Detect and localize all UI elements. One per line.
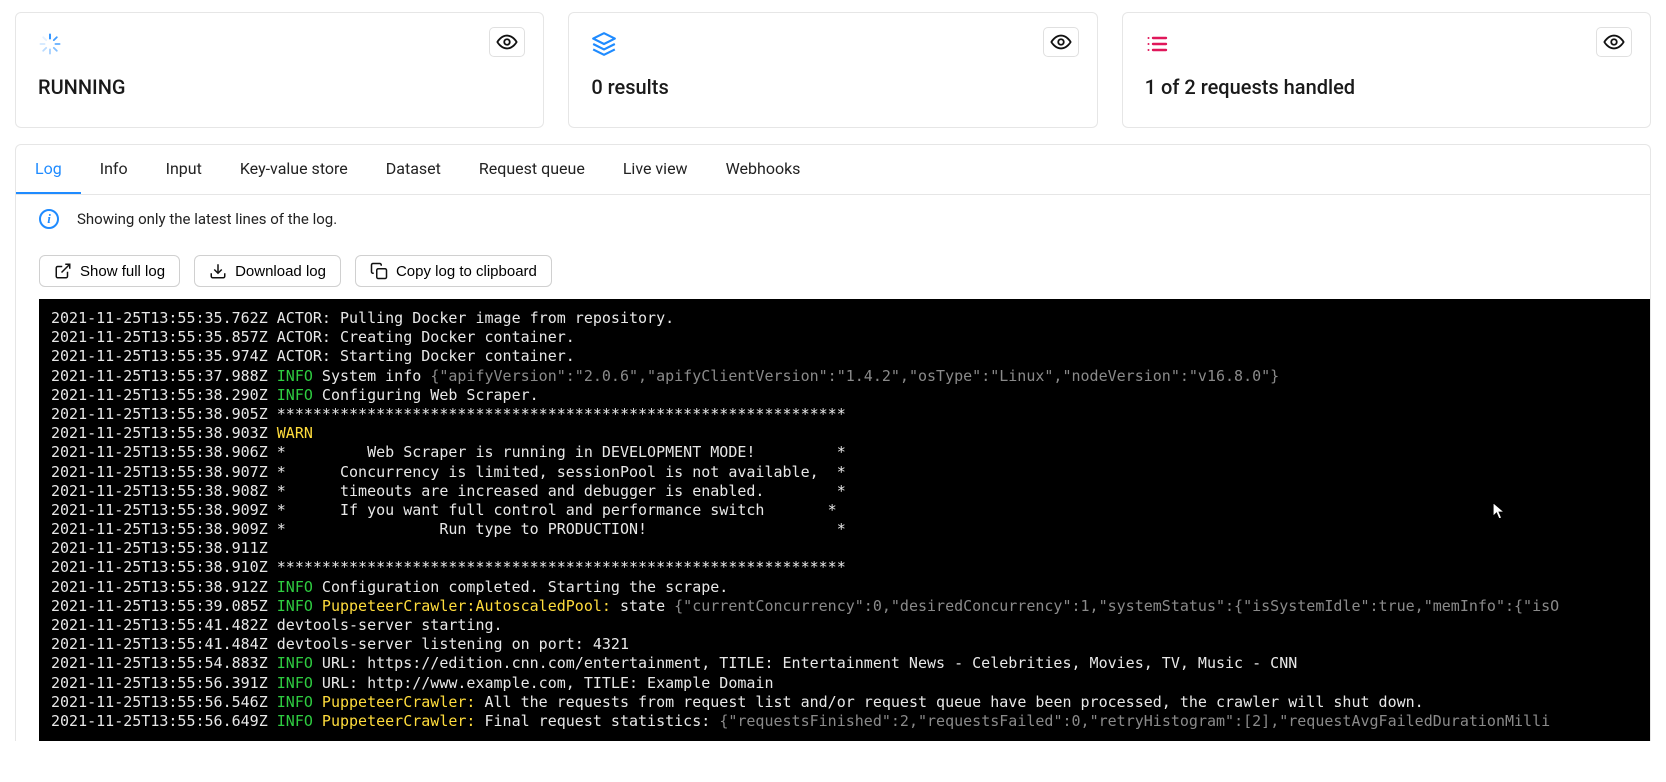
tab-info[interactable]: Info xyxy=(81,145,147,194)
tabs-panel: LogInfoInputKey-value storeDatasetReques… xyxy=(15,144,1651,741)
log-line: 2021-11-25T13:55:38.908Z * timeouts are … xyxy=(51,482,1638,501)
info-icon: i xyxy=(39,209,59,229)
tab-kvs[interactable]: Key-value store xyxy=(221,145,367,194)
log-line: 2021-11-25T13:55:38.907Z * Concurrency i… xyxy=(51,463,1638,482)
log-line: 2021-11-25T13:55:35.857Z ACTOR: Creating… xyxy=(51,328,1638,347)
tab-rq[interactable]: Request queue xyxy=(460,145,604,194)
tab-lv[interactable]: Live view xyxy=(604,145,707,194)
log-line: 2021-11-25T13:55:38.911Z xyxy=(51,539,1638,558)
log-line: 2021-11-25T13:55:38.906Z * Web Scraper i… xyxy=(51,443,1638,462)
log-line: 2021-11-25T13:55:56.391Z INFO URL: http:… xyxy=(51,674,1638,693)
log-actions-row: Show full log Download log Copy log to c… xyxy=(16,239,1650,299)
info-banner-text: Showing only the latest lines of the log… xyxy=(77,210,337,228)
log-line: 2021-11-25T13:55:41.484Z devtools-server… xyxy=(51,635,1638,654)
log-line: 2021-11-25T13:55:38.905Z ***************… xyxy=(51,405,1638,424)
running-spinner-icon xyxy=(38,31,64,57)
log-line: 2021-11-25T13:55:56.649Z INFO PuppeteerC… xyxy=(51,712,1638,731)
log-line: 2021-11-25T13:55:37.988Z INFO System inf… xyxy=(51,367,1638,386)
tab-log[interactable]: Log xyxy=(16,145,81,194)
log-line: 2021-11-25T13:55:38.903Z WARN xyxy=(51,424,1638,443)
log-line: 2021-11-25T13:55:38.912Z INFO Configurat… xyxy=(51,578,1638,597)
log-line: 2021-11-25T13:55:56.546Z INFO PuppeteerC… xyxy=(51,693,1638,712)
requests-card: 1 of 2 requests handled xyxy=(1122,12,1651,128)
log-line: 2021-11-25T13:55:54.883Z INFO URL: https… xyxy=(51,654,1638,673)
log-line: 2021-11-25T13:55:38.910Z ***************… xyxy=(51,558,1638,577)
view-requests-button[interactable] xyxy=(1596,27,1632,57)
list-icon xyxy=(1145,31,1171,57)
mouse-cursor xyxy=(1492,502,1506,522)
view-status-button[interactable] xyxy=(489,27,525,57)
download-icon xyxy=(209,262,227,280)
results-card: 0 results xyxy=(568,12,1097,128)
view-results-button[interactable] xyxy=(1043,27,1079,57)
status-card: RUNNING xyxy=(15,12,544,128)
log-line: 2021-11-25T13:55:38.290Z INFO Configurin… xyxy=(51,386,1638,405)
tabs-bar: LogInfoInputKey-value storeDatasetReques… xyxy=(16,145,1650,195)
status-cards-row: RUNNING 0 results xyxy=(0,0,1666,144)
tab-input[interactable]: Input xyxy=(147,145,221,194)
log-line: 2021-11-25T13:55:39.085Z INFO PuppeteerC… xyxy=(51,597,1638,616)
log-line: 2021-11-25T13:55:35.762Z ACTOR: Pulling … xyxy=(51,309,1638,328)
log-line: 2021-11-25T13:55:41.482Z devtools-server… xyxy=(51,616,1638,635)
copy-log-button[interactable]: Copy log to clipboard xyxy=(355,255,552,287)
external-link-icon xyxy=(54,262,72,280)
log-line: 2021-11-25T13:55:38.909Z * If you want f… xyxy=(51,501,1638,520)
log-line: 2021-11-25T13:55:35.974Z ACTOR: Starting… xyxy=(51,347,1638,366)
show-full-log-button[interactable]: Show full log xyxy=(39,255,180,287)
results-text: 0 results xyxy=(591,75,1074,99)
info-banner: i Showing only the latest lines of the l… xyxy=(16,195,1650,239)
download-log-button[interactable]: Download log xyxy=(194,255,341,287)
status-text: RUNNING xyxy=(38,75,521,99)
copy-icon xyxy=(370,262,388,280)
requests-text: 1 of 2 requests handled xyxy=(1145,75,1628,99)
layers-icon xyxy=(591,31,617,57)
log-viewer[interactable]: 2021-11-25T13:55:35.762Z ACTOR: Pulling … xyxy=(39,299,1650,741)
log-line: 2021-11-25T13:55:38.909Z * Run type to P… xyxy=(51,520,1638,539)
tab-dataset[interactable]: Dataset xyxy=(367,145,460,194)
tab-wh[interactable]: Webhooks xyxy=(707,145,820,194)
